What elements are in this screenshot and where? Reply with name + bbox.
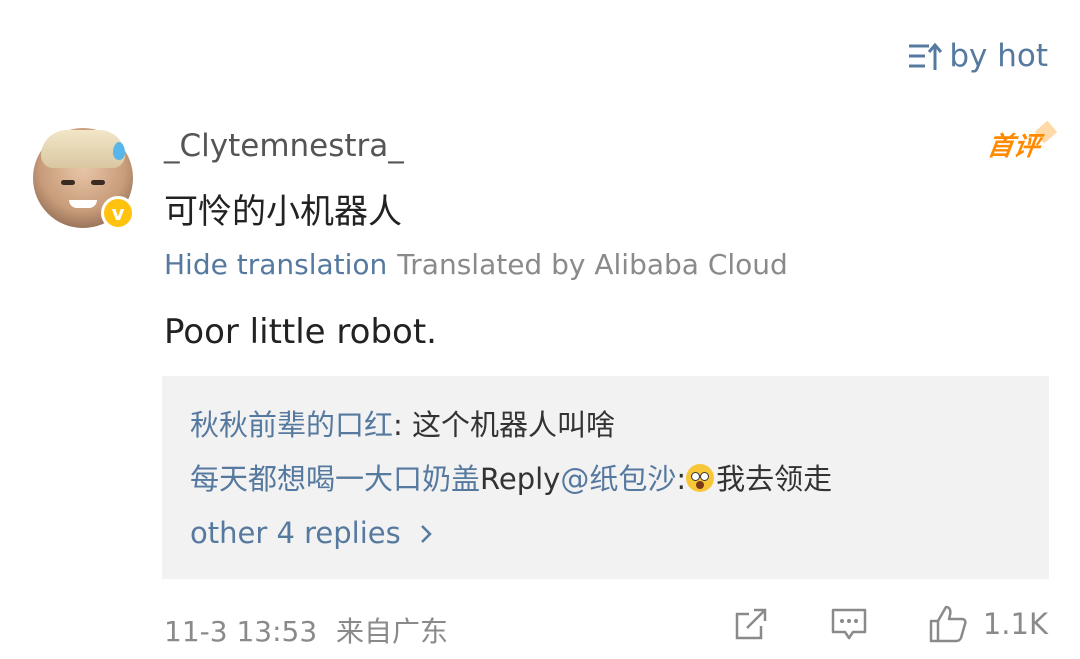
chevron-right-icon: [421, 525, 432, 543]
flushed-emoji-icon: [686, 464, 715, 492]
comment-translation: Poor little robot.: [164, 312, 437, 352]
like-count: 1.1K: [982, 607, 1048, 641]
reply-author[interactable]: 秋秋前辈的口红: [190, 408, 393, 442]
reply-item[interactable]: 每天都想喝一大口奶盖Reply@纸包沙: 我去领走: [190, 456, 832, 498]
translated-by-label: Translated by Alibaba Cloud: [397, 248, 788, 281]
comment-time: 11-3 13:53: [164, 615, 318, 648]
comment-location: 来自广东: [336, 615, 449, 648]
first-comment-badge: 首评: [985, 126, 1042, 163]
more-replies-link[interactable]: other 4 replies: [190, 516, 436, 550]
translation-row: Hide translation Translated by Alibaba Cl…: [164, 248, 788, 281]
reply-text: 这个机器人叫啥: [412, 408, 616, 442]
comment-icon: [831, 608, 867, 640]
comment-meta: 11-3 13:53 来自广东: [164, 610, 448, 650]
reply-mention[interactable]: @纸包沙: [560, 462, 676, 496]
share-icon: [735, 608, 767, 640]
avatar[interactable]: v: [33, 128, 135, 230]
reply-item[interactable]: 秋秋前辈的口红: 这个机器人叫啥: [190, 402, 615, 444]
comment-original-text: 可怜的小机器人: [164, 192, 402, 232]
thumbs-up-icon: [929, 605, 967, 643]
reply-author[interactable]: 每天都想喝一大口奶盖: [190, 462, 480, 496]
hide-translation-link[interactable]: Hide translation: [164, 248, 387, 281]
reply-word: Reply: [480, 462, 561, 496]
share-button[interactable]: [731, 604, 771, 644]
comment-button[interactable]: [829, 604, 869, 644]
reply-text: 我去领走: [716, 462, 833, 496]
sort-label: by hot: [949, 38, 1048, 74]
replies-panel[interactable]: 秋秋前辈的口红: 这个机器人叫啥 每天都想喝一大口奶盖Reply@纸包沙: 我去领…: [162, 376, 1049, 579]
like-button[interactable]: 1.1K: [927, 603, 1048, 645]
sort-icon: [909, 42, 943, 70]
comment-username[interactable]: _Clytemnestra_: [164, 128, 404, 164]
comment-actions: 1.1K: [731, 603, 1048, 645]
verified-badge-icon: v: [101, 196, 135, 230]
sort-by-hot-button[interactable]: by hot: [907, 38, 1048, 74]
sweat-drop-icon: [113, 142, 125, 160]
